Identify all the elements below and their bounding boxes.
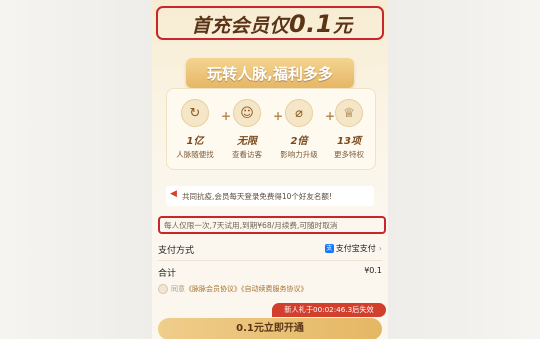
benefit-privileges[interactable]: ♕ 13项 更多特权 — [325, 99, 373, 160]
auto-renew-agreement-link[interactable]: 《自动续费服务协议》 — [241, 285, 308, 293]
hero-title-prefix: 首充会员仅 — [191, 15, 289, 37]
crown-icon: ♕ — [335, 99, 363, 127]
total-row: 合计 ¥0.1 — [158, 266, 382, 280]
benefit-influence[interactable]: ⌀ 2倍 影响力升级 — [275, 99, 323, 160]
ribbon-banner: 玩转人脉,福利多多 — [186, 58, 354, 88]
phone-screen: 首充会员仅0.1元 玩转人脉,福利多多 ↻ 1亿 人脉随便找 + ☺ 无限 查看… — [152, 0, 388, 339]
network-icon: ↻ — [181, 99, 209, 127]
hero-title-suffix: 元 — [333, 15, 353, 37]
benefit-label: 人脉随便找 — [176, 150, 214, 159]
benefit-label: 影响力升级 — [280, 150, 318, 159]
agreement-row: 同意《脉脉会员协议》《自动续费服务协议》 — [158, 284, 308, 294]
payment-method-name: 支付宝支付 — [335, 244, 376, 253]
activate-button[interactable]: 0.1元立即开通 — [158, 318, 382, 339]
total-amount: ¥0.1 — [364, 266, 382, 275]
visitors-icon: ☺ — [233, 99, 261, 127]
payment-method-label: 支付方式 — [158, 246, 195, 256]
hero-title: 首充会员仅0.1元 — [158, 10, 386, 38]
alipay-icon: 支 — [324, 244, 334, 253]
notice-bar: ◀ 共同抗疫,会员每天登录免费得10个好友名额! — [166, 186, 374, 206]
benefit-network[interactable]: ↻ 1亿 人脉随便找 — [171, 99, 219, 160]
hero-title-price: 0.1 — [288, 10, 333, 38]
ribbon-text: 玩转人脉,福利多多 — [207, 65, 333, 83]
payment-method-value[interactable]: 支支付宝支付 › — [324, 243, 382, 254]
benefit-value: 1亿 — [186, 136, 204, 147]
right-background — [388, 0, 540, 339]
benefit-label: 更多特权 — [334, 150, 364, 159]
trial-terms: 每人仅限一次,7天试用,到期¥68/月续费,可随时取消 — [164, 221, 338, 230]
total-label: 合计 — [158, 269, 177, 279]
agreement-prefix: 同意 — [171, 285, 185, 293]
trial-terms-highlight: 每人仅限一次,7天试用,到期¥68/月续费,可随时取消 — [158, 216, 386, 234]
benefit-visitors[interactable]: ☺ 无限 查看访客 — [223, 99, 271, 160]
chevron-right-icon: › — [378, 244, 382, 253]
benefit-value: 2倍 — [290, 136, 308, 147]
notice-text: 共同抗疫,会员每天登录免费得10个好友名额! — [182, 192, 332, 201]
benefits-card: ↻ 1亿 人脉随便找 + ☺ 无限 查看访客 + ⌀ 2倍 影响力升级 + ♕ … — [166, 88, 376, 170]
hero-title-highlight: 首充会员仅0.1元 — [156, 6, 384, 40]
benefit-value: 13项 — [337, 136, 361, 147]
agreement-checkbox[interactable] — [158, 284, 168, 294]
speaker-icon: ◀ — [170, 189, 177, 199]
newbie-countdown-badge: 新人礼于00:02:46.3后失效 — [272, 303, 386, 317]
left-background — [0, 0, 152, 339]
member-agreement-link[interactable]: 《脉脉会员协议》 — [185, 285, 241, 293]
divider — [158, 260, 382, 261]
payment-method-row[interactable]: 支付方式 支支付宝支付 › — [158, 243, 382, 257]
hero-banner: 首充会员仅0.1元 玩转人脉,福利多多 ↻ 1亿 人脉随便找 + ☺ 无限 查看… — [152, 0, 388, 200]
compass-icon: ⌀ — [285, 99, 313, 127]
benefit-value: 无限 — [237, 136, 257, 147]
benefit-label: 查看访客 — [232, 150, 262, 159]
